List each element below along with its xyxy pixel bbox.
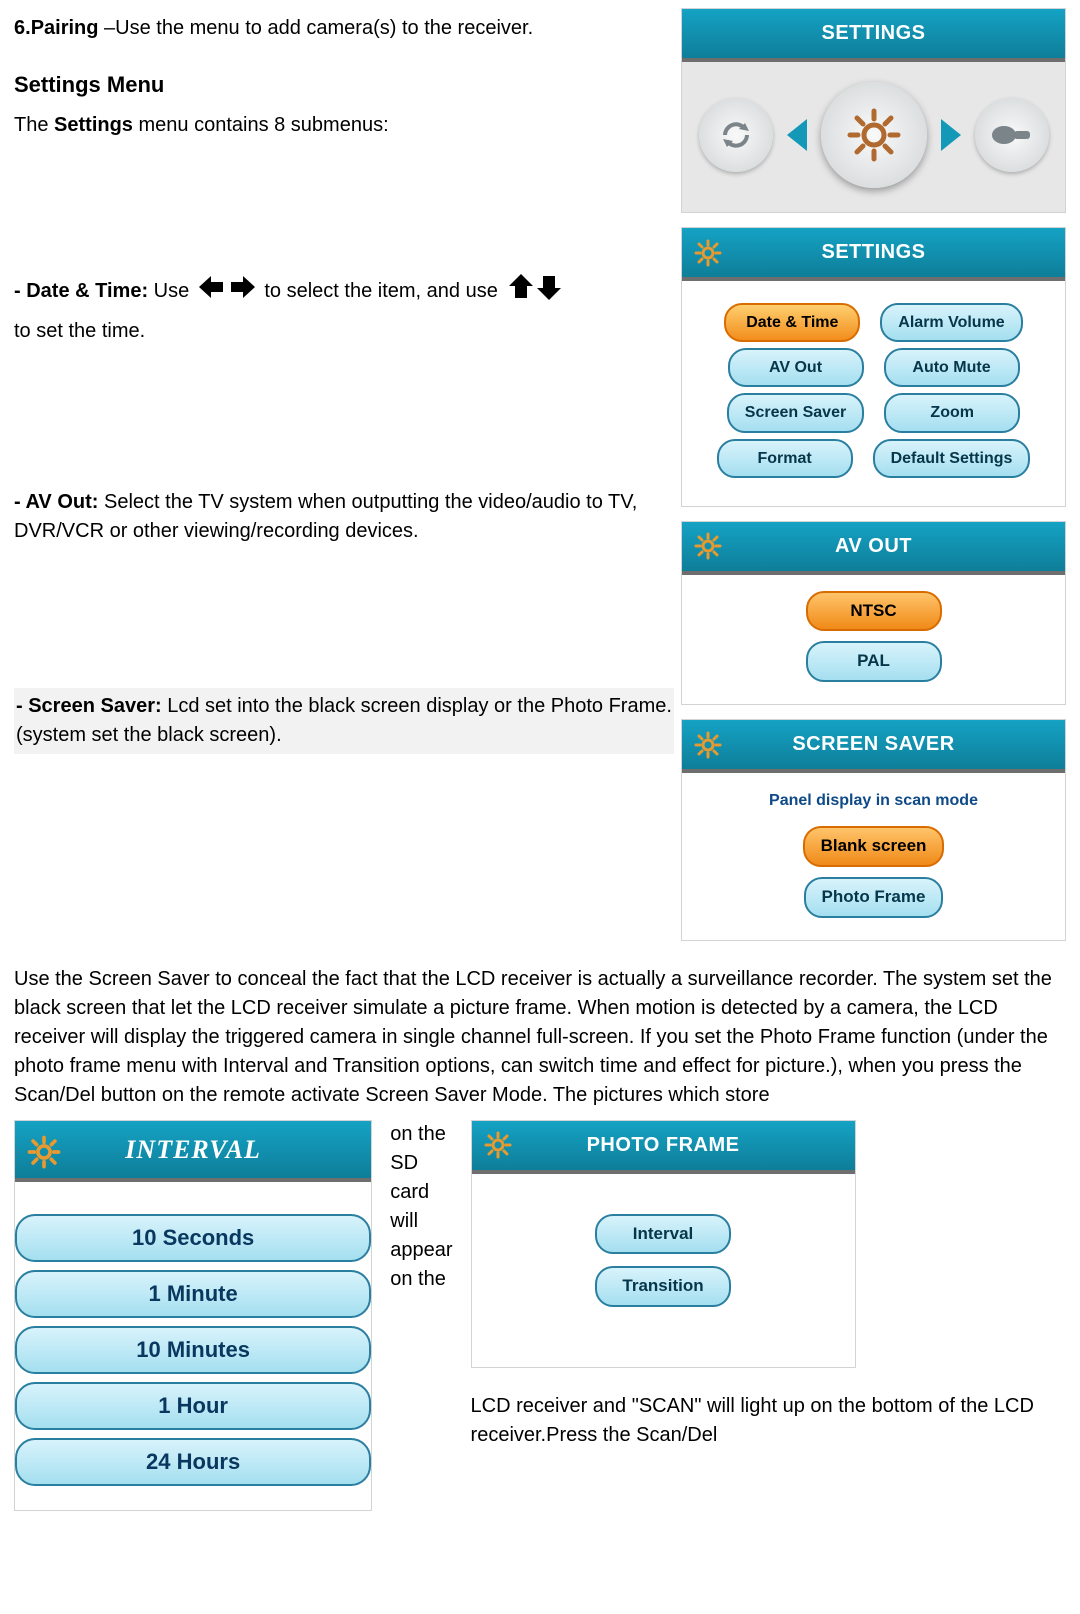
screensaver-body: Panel display in scan mode Blank screen …	[682, 773, 1065, 939]
settings-menu-heading: Settings Menu	[14, 69, 674, 101]
screen-saver-long-para: Use the Screen Saver to conceal the fact…	[14, 965, 1066, 1110]
btn-alarm-volume[interactable]: Alarm Volume	[880, 303, 1022, 342]
gear-icon	[694, 532, 722, 560]
btn-transition[interactable]: Transition	[595, 1266, 731, 1307]
interval-body: 10 Seconds 1 Minute 10 Minutes 1 Hour 24…	[15, 1182, 371, 1509]
photoframe-panel: PHOTO FRAME Interval Transition	[471, 1120, 856, 1368]
btn-screen-saver[interactable]: Screen Saver	[727, 393, 864, 432]
photoframe-title: PHOTO FRAME	[472, 1121, 855, 1174]
btn-interval[interactable]: Interval	[595, 1214, 731, 1255]
btn-format[interactable]: Format	[717, 439, 853, 478]
device-screenshots-column: SETTINGS SETTINGS Date & Time	[681, 8, 1066, 955]
btn-10-minutes[interactable]: 10 Minutes	[15, 1326, 371, 1374]
btn-1-minute[interactable]: 1 Minute	[15, 1270, 371, 1318]
carousel-item-refresh[interactable]	[699, 98, 773, 172]
settings-top-panel: SETTINGS	[681, 8, 1066, 213]
down-up-arrows-icon	[507, 272, 563, 311]
screensaver-title: SCREEN SAVER	[682, 720, 1065, 773]
narrow-continuation-text: on the SD card will appear on the	[390, 1120, 452, 1294]
document-left-column: 6.Pairing –Use the menu to add camera(s)…	[14, 8, 674, 760]
carousel-item-camera[interactable]	[975, 98, 1049, 172]
date-time-desc-2: to set the time.	[14, 317, 674, 346]
btn-av-out[interactable]: AV Out	[728, 348, 864, 387]
avout-title: AV OUT	[682, 522, 1065, 575]
btn-10-seconds[interactable]: 10 Seconds	[15, 1214, 371, 1262]
interval-panel: INTERVAL 10 Seconds 1 Minute 10 Minutes …	[14, 1120, 372, 1511]
carousel-prev-icon[interactable]	[787, 119, 807, 151]
btn-zoom[interactable]: Zoom	[884, 393, 1020, 432]
left-right-arrows-icon	[199, 272, 255, 311]
btn-blank-screen[interactable]: Blank screen	[803, 826, 945, 867]
settings-top-title: SETTINGS	[682, 9, 1065, 62]
avout-panel: AV OUT NTSC PAL	[681, 521, 1066, 705]
btn-pal[interactable]: PAL	[806, 641, 942, 682]
settings-menu-intro: The Settings menu contains 8 submenus:	[14, 111, 674, 140]
pairing-line: 6.Pairing –Use the menu to add camera(s)…	[14, 14, 674, 43]
settings-submenu-body: Date & Time Alarm Volume AV Out Auto Mut…	[682, 281, 1065, 506]
av-out-desc: - AV Out: Select the TV system when outp…	[14, 488, 674, 546]
gear-icon	[694, 239, 722, 267]
btn-auto-mute[interactable]: Auto Mute	[884, 348, 1020, 387]
gear-icon	[484, 1131, 512, 1159]
interval-title: INTERVAL	[15, 1121, 371, 1183]
settings-submenu-panel: SETTINGS Date & Time Alarm Volume AV Out…	[681, 227, 1066, 507]
btn-ntsc[interactable]: NTSC	[806, 591, 942, 632]
btn-24-hours[interactable]: 24 Hours	[15, 1438, 371, 1486]
photoframe-body: Interval Transition	[472, 1174, 855, 1367]
carousel-next-icon[interactable]	[941, 119, 961, 151]
screen-saver-desc: - Screen Saver: Lcd set into the black s…	[14, 688, 674, 754]
btn-date-time[interactable]: Date & Time	[724, 303, 860, 342]
date-time-desc: - Date & Time: Use to select the item, a…	[14, 272, 674, 311]
lower-wrap-row: INTERVAL 10 Seconds 1 Minute 10 Minutes …	[14, 1120, 1066, 1525]
btn-default-settings[interactable]: Default Settings	[873, 439, 1031, 478]
screensaver-panel: SCREEN SAVER Panel display in scan mode …	[681, 719, 1066, 940]
settings-submenu-title: SETTINGS	[682, 228, 1065, 281]
btn-photo-frame[interactable]: Photo Frame	[804, 877, 944, 918]
settings-carousel	[682, 62, 1065, 212]
avout-body: NTSC PAL	[682, 575, 1065, 704]
carousel-item-settings[interactable]	[821, 82, 927, 188]
gear-icon	[694, 731, 722, 759]
tail-text: LCD receiver and "SCAN" will light up on…	[471, 1392, 1066, 1450]
screensaver-subtitle: Panel display in scan mode	[704, 789, 1043, 812]
btn-1-hour[interactable]: 1 Hour	[15, 1382, 371, 1430]
gear-icon	[27, 1135, 55, 1163]
